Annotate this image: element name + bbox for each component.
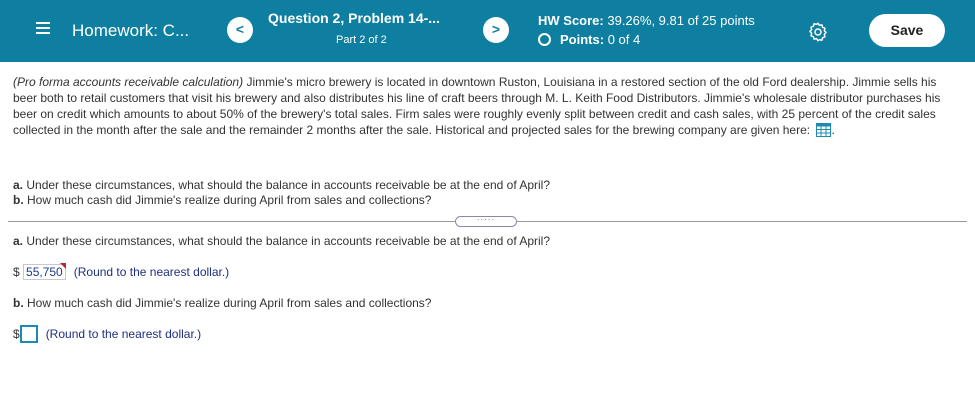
incorrect-flag-icon — [59, 263, 66, 269]
answer-b-row: $ (Round to the nearest dollar.) — [13, 325, 201, 343]
hw-score: HW Score: 39.26%, 9.81 of 25 points — [538, 13, 755, 28]
part-b-label: b. — [13, 193, 24, 207]
question-title[interactable]: Question 2, Problem 14-... — [268, 10, 440, 26]
points-value: 0 of 4 — [607, 32, 641, 47]
answer-a-label: a. — [13, 234, 24, 248]
answer-b-currency: $ — [13, 327, 20, 341]
points-label: Points: — [560, 32, 605, 47]
homework-title[interactable]: Homework: C... — [72, 21, 189, 41]
menu-icon[interactable] — [36, 22, 50, 34]
answer-b-question: b. How much cash did Jimmie's realize du… — [13, 296, 431, 310]
answer-a-currency: $ — [13, 265, 20, 279]
part-a-text: Under these circumstances, what should t… — [26, 178, 551, 192]
part-a-label: a. — [13, 178, 24, 192]
answer-a-question: a. Under these circumstances, what shoul… — [13, 234, 550, 248]
hw-score-value: 39.26%, 9.81 of 25 points — [607, 13, 755, 28]
question-text: (Pro forma accounts receivable calculati… — [13, 74, 963, 138]
points-status: Points: 0 of 4 — [538, 32, 640, 47]
save-button[interactable]: Save — [869, 14, 945, 47]
top-bar: Homework: C... < Question 2, Problem 14-… — [0, 0, 975, 62]
part-b-text: How much cash did Jimmie's realize durin… — [27, 193, 432, 207]
table-icon[interactable] — [816, 123, 832, 137]
question-part-a: a. Under these circumstances, what shoul… — [13, 178, 550, 193]
circle-icon — [538, 33, 551, 46]
answer-b-question-text: How much cash did Jimmie's realize durin… — [27, 296, 432, 310]
answer-b-label: b. — [13, 296, 24, 310]
question-parts: a. Under these circumstances, what shoul… — [13, 178, 550, 208]
hw-score-label: HW Score: — [538, 13, 604, 28]
question-part-b: b. How much cash did Jimmie's realize du… — [13, 193, 550, 208]
gear-icon[interactable] — [807, 21, 829, 43]
answer-a-field[interactable]: 55,750 — [23, 263, 66, 280]
answer-a-value: 55,750 — [26, 265, 63, 279]
question-end: . — [831, 123, 835, 137]
previous-question-button[interactable]: < — [227, 17, 253, 43]
next-question-button[interactable]: > — [483, 17, 509, 43]
answer-b-hint: (Round to the nearest dollar.) — [45, 327, 202, 341]
answer-a-question-text: Under these circumstances, what should t… — [26, 234, 551, 248]
answer-b-input[interactable] — [19, 325, 38, 343]
expand-button[interactable]: ····· — [455, 216, 517, 227]
question-part: Part 2 of 2 — [336, 34, 387, 46]
answer-a-row: $ 55,750 (Round to the nearest dollar.) — [13, 263, 230, 280]
answer-a-hint: (Round to the nearest dollar.) — [73, 265, 230, 279]
question-intro: (Pro forma accounts receivable calculati… — [13, 75, 244, 89]
